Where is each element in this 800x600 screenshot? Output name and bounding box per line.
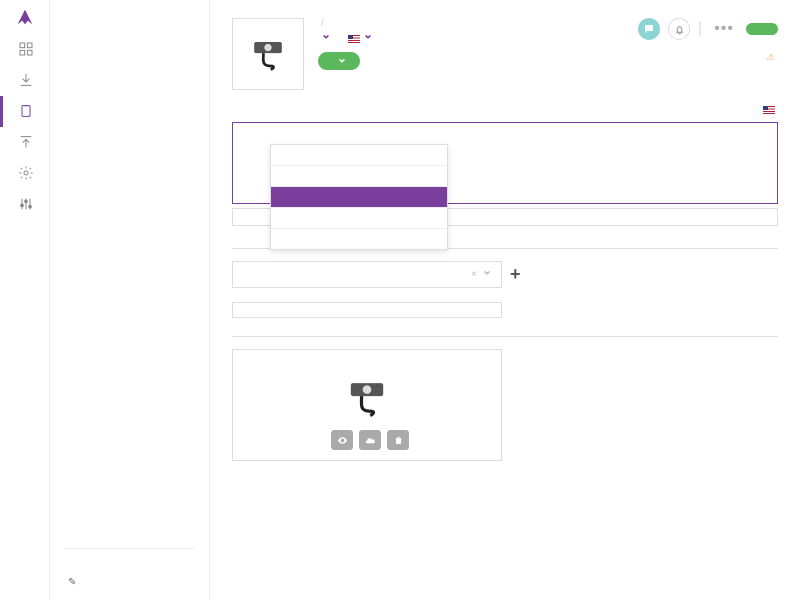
gear-icon (18, 165, 34, 181)
grid-icon (18, 41, 34, 57)
nav-comments[interactable] (64, 72, 195, 84)
locale-select[interactable] (364, 33, 372, 44)
max-frame-rate-input[interactable] (232, 302, 502, 318)
save-button[interactable] (746, 23, 778, 35)
nav-history[interactable] (64, 84, 195, 96)
ac-item-name[interactable] (271, 208, 447, 229)
product-thumbnail (232, 18, 304, 90)
channel-select[interactable] (322, 33, 330, 44)
nav-attributes[interactable] (64, 24, 195, 36)
icon-rail (0, 0, 50, 600)
nav-categories[interactable] (64, 36, 195, 48)
breadcrumb: / (318, 18, 624, 29)
bell-icon[interactable] (668, 18, 690, 40)
pencil-icon[interactable]: ✎ (68, 577, 76, 588)
rail-imports[interactable] (0, 65, 49, 96)
ac-item-meta-title[interactable] (271, 145, 447, 166)
product-infos: ✎ (64, 548, 195, 600)
clipboard-icon (18, 103, 34, 119)
ac-item-total-mp[interactable] (271, 229, 447, 249)
rail-settings[interactable] (0, 158, 49, 189)
add-option-button[interactable]: + (510, 264, 521, 285)
unsaved-warning: ⚠ (766, 52, 778, 63)
more-menu[interactable]: ••• (710, 20, 738, 38)
main-content: / | ••• ⚠ (210, 0, 800, 600)
warning-icon: ⚠ (766, 52, 774, 63)
preview-button[interactable] (331, 430, 353, 450)
ac-item-max-frame-rate[interactable] (271, 166, 447, 187)
field-locale (763, 106, 778, 114)
channel-locale-row (318, 33, 624, 44)
us-flag-icon (763, 106, 775, 114)
delete-button[interactable] (387, 430, 409, 450)
clear-icon[interactable]: × (471, 269, 477, 280)
media-thumbnail (340, 368, 394, 422)
sliders-icon (18, 196, 34, 212)
upload-icon (18, 134, 34, 150)
completion-badge[interactable] (318, 52, 360, 70)
us-flag-icon (348, 35, 360, 43)
product-header: / | ••• ⚠ (232, 18, 778, 90)
app-logo (14, 6, 36, 28)
section-media (232, 332, 778, 337)
nav-completeness[interactable] (64, 60, 195, 72)
rail-system[interactable] (0, 189, 49, 220)
media-upload (232, 349, 502, 461)
autocomplete-dropdown (270, 144, 448, 250)
rail-exports[interactable] (0, 127, 49, 158)
ac-item-max-video-res[interactable] (271, 187, 447, 208)
chat-icon[interactable] (638, 18, 660, 40)
sidebar: ✎ (50, 0, 210, 600)
download-button[interactable] (359, 430, 381, 450)
download-icon (18, 72, 34, 88)
rail-products[interactable] (0, 96, 49, 127)
nav-associations[interactable] (64, 48, 195, 60)
header-actions: | ••• (638, 18, 778, 40)
rail-activity[interactable] (0, 34, 49, 65)
max-video-res-select[interactable]: × (232, 261, 502, 288)
